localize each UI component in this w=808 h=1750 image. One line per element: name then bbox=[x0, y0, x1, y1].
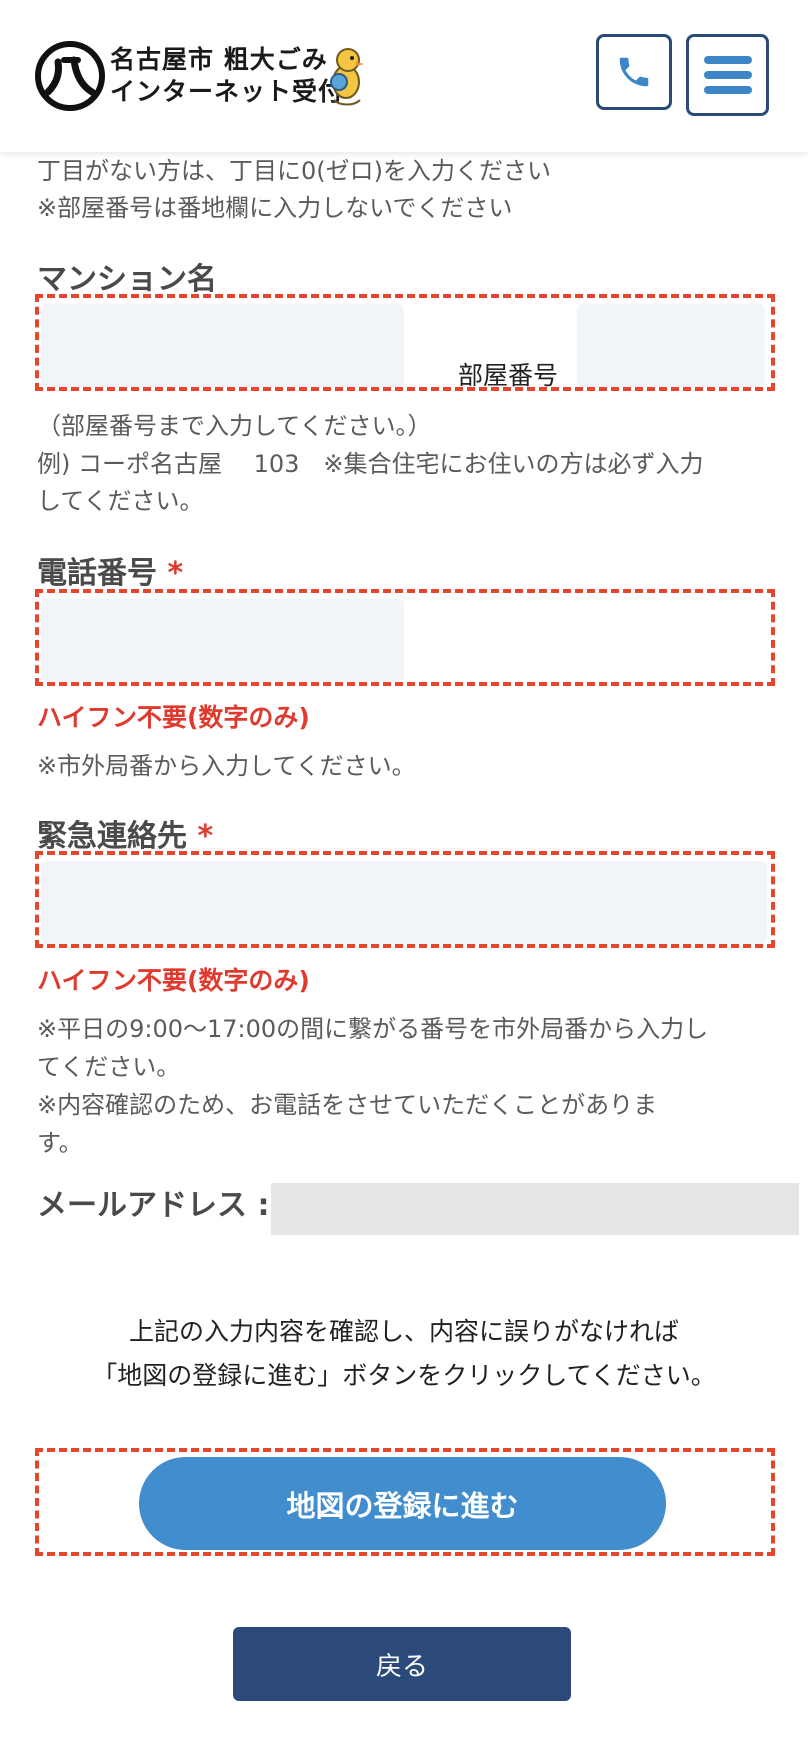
room-number-label: 部屋番号 bbox=[458, 361, 559, 390]
logo-line-1: 名古屋市 粗大ごみ bbox=[110, 45, 328, 74]
mansion-field-group: 部屋番号 bbox=[35, 294, 775, 391]
mansion-note-2: 例) コーポ名古屋 103 ※集合住宅にお住いの方は必ず入力 bbox=[37, 450, 704, 478]
menu-button[interactable] bbox=[686, 34, 769, 116]
emergency-note-3: ※内容確認のため、お電話をさせていただくことがありま bbox=[37, 1091, 658, 1119]
emergency-note-1: ※平日の9:00〜17:00の間に繋がる番号を市外局番から入力し bbox=[37, 1015, 709, 1043]
mansion-note-3: してください。 bbox=[37, 487, 204, 515]
confirm-notice-line-1: 上記の入力内容を確認し、内容に誤りがなければ bbox=[128, 1317, 679, 1346]
email-label: メールアドレス : bbox=[37, 1188, 270, 1223]
emergency-label: 緊急連絡先 * bbox=[37, 811, 213, 855]
mansion-label-text: マンション名 bbox=[37, 262, 217, 297]
mansion-label: マンション名 bbox=[37, 254, 217, 298]
emergency-contact-input[interactable] bbox=[41, 861, 767, 944]
required-mark: * bbox=[167, 556, 184, 591]
phone-button[interactable] bbox=[596, 34, 672, 110]
phone-icon bbox=[619, 57, 649, 87]
proceed-to-map-button[interactable]: 地図の登録に進む bbox=[139, 1457, 666, 1550]
emergency-label-text: 緊急連絡先 bbox=[37, 819, 187, 854]
back-button[interactable]: 戻る bbox=[233, 1627, 571, 1701]
address-note-chome: 丁目がない方は、丁目に0(ゼロ)を入力ください bbox=[37, 157, 551, 185]
mascot-icon bbox=[330, 48, 364, 106]
emergency-hyphen-error: ハイフン不要(数字のみ) bbox=[37, 966, 310, 995]
site-logo-text[interactable]: 名古屋市 粗大ごみ インターネット受付 bbox=[110, 44, 344, 108]
logo-line-2: インターネット受付 bbox=[110, 77, 345, 106]
mansion-name-input[interactable] bbox=[41, 304, 404, 387]
phone-label: 電話番号 * bbox=[37, 548, 183, 592]
mansion-note-1: （部屋番号まで入力してください。） bbox=[37, 412, 432, 440]
phone-field-group bbox=[35, 589, 775, 686]
phone-input[interactable] bbox=[41, 599, 404, 682]
phone-note: ※市外局番から入力してください。 bbox=[37, 752, 416, 780]
email-address-value bbox=[271, 1183, 799, 1235]
room-number-input[interactable] bbox=[577, 304, 765, 387]
required-mark: * bbox=[197, 819, 214, 854]
site-header: 名古屋市 粗大ごみ インターネット受付 bbox=[0, 0, 808, 152]
hamburger-menu-icon bbox=[703, 56, 752, 94]
confirm-notice-line-2: 「地図の登録に進む」ボタンをクリックしてください。 bbox=[92, 1361, 716, 1390]
address-note-room: ※部屋番号は番地欄に入力しないでください bbox=[37, 194, 513, 222]
phone-label-text: 電話番号 bbox=[37, 556, 157, 591]
emergency-field-group bbox=[35, 851, 775, 948]
nagoya-city-emblem-icon bbox=[35, 41, 105, 111]
phone-hyphen-error: ハイフン不要(数字のみ) bbox=[37, 703, 310, 732]
emergency-note-2: てください。 bbox=[37, 1053, 181, 1081]
emergency-note-4: す。 bbox=[37, 1129, 83, 1157]
